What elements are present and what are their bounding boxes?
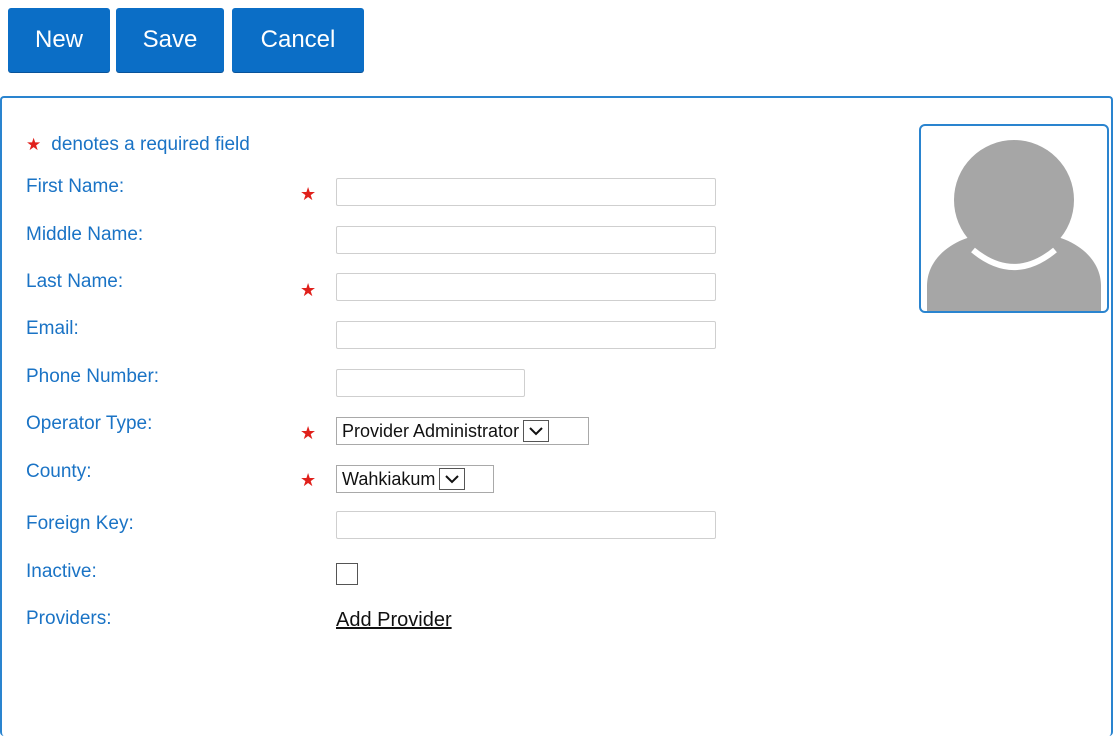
required-star-icon: ★ [26,135,42,154]
operator-type-value: Provider Administrator [342,420,520,441]
email-label: Email: [26,318,79,339]
save-button[interactable]: Save [116,8,224,72]
foreign-key-label: Foreign Key: [26,513,134,534]
chevron-down-icon [523,420,550,442]
email-input[interactable] [336,321,716,349]
first-name-input[interactable] [336,178,716,206]
cancel-button[interactable]: Cancel [232,8,364,72]
inactive-label: Inactive: [26,561,97,582]
operator-type-label: Operator Type: [26,413,153,434]
county-value: Wahkiakum [342,468,436,489]
required-star-icon: ★ [300,184,317,204]
add-provider-link[interactable]: Add Provider [336,609,452,632]
phone-number-input[interactable] [336,369,525,397]
last-name-label: Last Name: [26,271,124,292]
required-legend-text: denotes a required field [51,134,250,155]
first-name-label: First Name: [26,176,125,197]
user-placeholder-icon [927,140,1101,311]
chevron-down-icon [439,468,466,490]
middle-name-input[interactable] [336,226,716,254]
county-select[interactable]: Wahkiakum [336,465,494,493]
required-star-icon: ★ [300,423,317,443]
phone-number-label: Phone Number: [26,366,160,387]
new-button[interactable]: New [8,8,110,72]
foreign-key-input[interactable] [336,511,716,539]
middle-name-label: Middle Name: [26,224,144,245]
providers-label: Providers: [26,608,112,629]
county-label: County: [26,461,92,482]
required-star-icon: ★ [300,280,317,300]
operator-type-select[interactable]: Provider Administrator [336,417,589,445]
inactive-checkbox[interactable] [336,563,358,585]
last-name-input[interactable] [336,273,716,301]
required-star-icon: ★ [300,470,317,490]
required-legend: ★ denotes a required field [26,134,250,156]
avatar[interactable] [919,124,1109,313]
